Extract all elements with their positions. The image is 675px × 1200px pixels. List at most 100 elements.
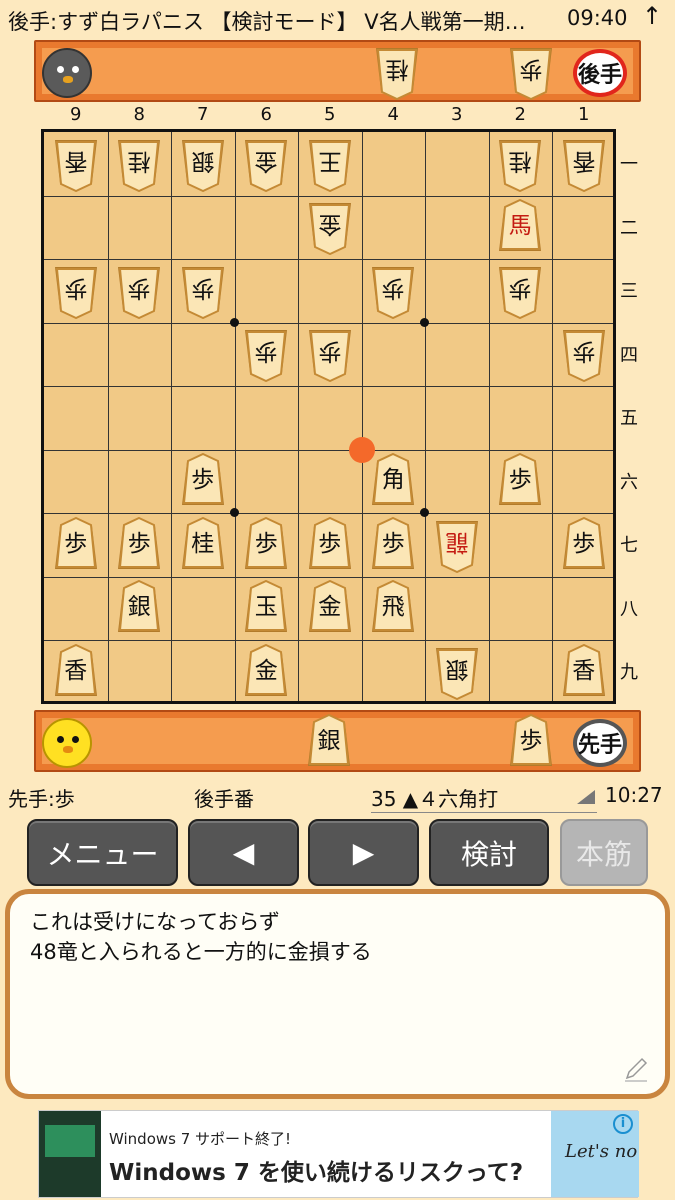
board-piece[interactable]: 歩: [495, 453, 545, 509]
board-piece[interactable]: 歩: [305, 326, 355, 383]
info-row: 先手:歩 後手番 35 ▲４六角打 10:27: [0, 782, 675, 813]
ad-laptop-image: [39, 1111, 101, 1197]
piece-label: 金: [254, 147, 278, 174]
back-button[interactable]: ◀: [188, 819, 299, 886]
board-piece[interactable]: 香: [51, 136, 101, 192]
menu-button[interactable]: メニュー: [27, 819, 178, 886]
piece-label: 歩: [318, 338, 342, 365]
rank-label: 六: [620, 471, 638, 493]
up-arrow-icon[interactable]: ↑: [642, 2, 662, 30]
rank-label: 三: [620, 281, 638, 302]
comment-box[interactable]: これは受けになっておらず 48竜と入られると一方的に金損する: [5, 889, 670, 1099]
forward-button[interactable]: ▶: [308, 819, 419, 886]
grid-line: [361, 132, 363, 701]
piece-label: 龍: [445, 528, 469, 555]
board-piece[interactable]: 銀: [432, 644, 482, 700]
board-piece[interactable]: 金: [241, 643, 291, 700]
board-piece[interactable]: 飛: [368, 580, 418, 636]
rank-label: 八: [620, 598, 638, 620]
board-piece[interactable]: 馬: [495, 199, 545, 255]
grid-line: [44, 386, 613, 387]
board-piece[interactable]: 金: [241, 136, 291, 192]
board-piece[interactable]: 香: [559, 136, 609, 192]
gote-piece-stand: 桂 歩 後手: [34, 40, 641, 102]
ad-banner[interactable]: Windows 7 サポート終了! Windows 7 を使い続けるリスクって?…: [38, 1110, 639, 1198]
sente-piece-stand: 銀 歩 先手: [34, 710, 641, 772]
board-piece[interactable]: 香: [559, 643, 609, 700]
board-piece[interactable]: 歩: [51, 263, 101, 319]
board-piece[interactable]: 金: [305, 580, 355, 636]
board-piece[interactable]: 歩: [368, 516, 418, 573]
status-bar: 後手:すず白ラパニス 【検討モード】 V名人戦第一期… 09:40 ↑: [0, 0, 675, 38]
grid-line: [298, 132, 299, 701]
sente-hand-piece-fu[interactable]: 歩: [506, 714, 556, 770]
main-line-button[interactable]: 本筋: [560, 819, 648, 886]
move-selector[interactable]: 35 ▲４六角打: [371, 783, 597, 813]
last-move-marker: [348, 436, 375, 463]
grid-line: [425, 132, 426, 701]
hand-info: 先手:歩: [8, 787, 75, 811]
grid-line: [44, 576, 613, 578]
piece-label: 飛: [381, 594, 405, 621]
ad-info-icon[interactable]: i: [613, 1114, 633, 1134]
shogi-board[interactable]: 香桂銀金王桂香金馬歩歩歩歩歩歩歩歩歩角歩歩歩桂歩歩歩龍歩銀玉金飛香金銀香: [41, 129, 616, 704]
board-piece[interactable]: 歩: [305, 516, 355, 573]
board-piece[interactable]: 角: [368, 453, 418, 509]
grid-line: [44, 640, 613, 641]
turn-info: 後手番: [194, 787, 254, 811]
board-piece[interactable]: 歩: [368, 263, 418, 319]
piece-label: 歩: [127, 274, 151, 301]
ad-logo-text: Let's no: [565, 1141, 638, 1162]
piece-label: 馬: [508, 213, 532, 240]
star-point: [229, 508, 239, 517]
gote-hand-piece-kei[interactable]: 桂: [372, 44, 422, 100]
board-piece[interactable]: 銀: [114, 580, 164, 636]
board-piece[interactable]: 歩: [51, 516, 101, 573]
piece-label: 香: [64, 147, 88, 174]
board-piece[interactable]: 歩: [114, 263, 164, 319]
board-piece[interactable]: 歩: [241, 326, 291, 383]
piece-label: 桂: [385, 56, 409, 82]
piece-label: 歩: [64, 274, 88, 301]
pencil-icon[interactable]: [621, 1054, 651, 1084]
piece-label: 香: [572, 657, 596, 684]
piece-label: 歩: [318, 530, 342, 557]
board-piece[interactable]: 金: [305, 199, 355, 256]
piece-label: 銀: [127, 594, 151, 621]
board-piece[interactable]: 銀: [178, 136, 228, 192]
board-piece[interactable]: 歩: [559, 516, 609, 573]
grid-line: [44, 259, 613, 260]
file-label: 3: [451, 104, 463, 125]
grid-line: [234, 132, 236, 701]
piece-label: 銀: [445, 655, 469, 682]
analyze-button[interactable]: 検討: [429, 819, 549, 886]
piece-label: 桂: [508, 147, 532, 174]
piece-label: 歩: [519, 728, 543, 754]
board-piece[interactable]: 桂: [178, 516, 228, 573]
comment-line-2: 48竜と入られると一方的に金損する: [30, 940, 372, 964]
ad-headline: Windows 7 を使い続けるリスクって?: [109, 1160, 524, 1186]
file-label: 4: [387, 104, 399, 125]
file-label: 2: [514, 104, 526, 125]
board-piece[interactable]: 歩: [241, 516, 291, 573]
board-piece[interactable]: 歩: [114, 516, 164, 573]
board-piece[interactable]: 歩: [178, 263, 228, 319]
board-piece[interactable]: 王: [305, 136, 355, 192]
piece-label: 歩: [519, 56, 543, 82]
board-piece[interactable]: 龍: [432, 517, 482, 573]
board-piece[interactable]: 歩: [178, 453, 228, 509]
board-piece[interactable]: 香: [51, 643, 101, 700]
board-piece[interactable]: 歩: [559, 326, 609, 383]
piece-label: 香: [572, 147, 596, 174]
gote-hand-piece-fu[interactable]: 歩: [506, 44, 556, 100]
board-piece[interactable]: 桂: [495, 136, 545, 192]
sente-avatar-icon: [42, 718, 92, 768]
piece-label: 桂: [191, 530, 215, 557]
file-label: 9: [70, 104, 82, 125]
dropdown-corner-icon[interactable]: [577, 790, 595, 804]
file-label: 8: [133, 104, 145, 125]
board-piece[interactable]: 桂: [114, 136, 164, 192]
sente-hand-piece-gin[interactable]: 銀: [304, 714, 354, 770]
board-piece[interactable]: 玉: [241, 580, 291, 636]
board-piece[interactable]: 歩: [495, 263, 545, 319]
